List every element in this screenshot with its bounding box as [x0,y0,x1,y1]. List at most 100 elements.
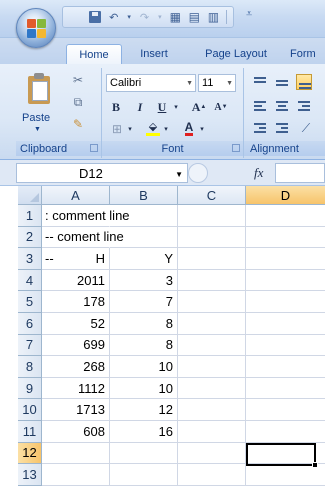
cell-a5[interactable]: 178 [42,291,110,313]
cell-c5[interactable] [178,291,246,313]
borders-dropdown-icon[interactable]: ▾ [126,120,134,138]
paste-dropdown-icon[interactable]: ▼ [34,126,41,133]
name-box[interactable]: D12 ▼ [16,163,188,183]
tab-formulas[interactable]: Form [290,44,325,64]
decrease-indent-icon[interactable] [252,120,268,136]
clipboard-launcher-icon[interactable] [90,144,98,152]
cell-d8[interactable] [246,356,325,378]
select-all-button[interactable] [18,186,42,205]
shrink-font-button[interactable]: A ▼ [212,98,230,116]
cell-a11[interactable]: 608 [42,421,110,443]
cell-b12[interactable] [110,442,178,465]
cell-c13[interactable] [178,464,246,486]
align-middle-icon[interactable] [274,74,290,90]
name-box-dropdown-icon[interactable]: ▼ [175,170,183,179]
cell-d3[interactable] [246,248,325,270]
align-bottom-icon[interactable] [296,74,312,90]
column-header-c[interactable]: C [178,186,246,205]
row-header-8[interactable]: 8 [18,356,42,378]
cell-b4[interactable]: 3 [110,269,178,292]
cell-b2[interactable] [110,226,178,249]
cell-d11[interactable] [246,421,325,443]
tab-page-layout[interactable]: Page Layout [194,44,278,64]
cell-b8[interactable]: 10 [110,356,178,378]
font-name-combo[interactable]: Calibri ▼ [106,74,196,92]
tab-insert[interactable]: Insert [130,44,178,64]
column-header-d[interactable]: D [246,186,325,205]
row-header-7[interactable]: 7 [18,334,42,357]
row-header-1[interactable]: 1 [18,205,42,227]
cut-icon[interactable]: ✂ [70,72,86,88]
cell-a10[interactable]: 1713 [42,399,110,421]
sort-icon[interactable]: ▦ [169,10,182,24]
align-center-icon[interactable] [274,98,290,114]
cell-d6[interactable] [246,313,325,335]
cell-b11[interactable]: 16 [110,421,178,443]
cell-a12[interactable] [42,442,110,465]
font-color-dropdown-icon[interactable]: ▾ [198,120,206,138]
cell-a3[interactable]: -- H [42,248,110,270]
font-launcher-icon[interactable] [232,144,240,152]
font-color-button[interactable]: A [180,120,198,138]
fill-color-dropdown-icon[interactable]: ▾ [162,120,170,138]
cell-c10[interactable] [178,399,246,421]
paste-label[interactable]: Paste [22,112,50,124]
tab-home[interactable]: Home [66,44,122,64]
cell-a8[interactable]: 268 [42,356,110,378]
undo-icon[interactable]: ↶ [107,10,120,24]
save-icon[interactable] [88,10,101,24]
row-header-6[interactable]: 6 [18,313,42,335]
active-cell-selection[interactable] [246,443,318,468]
bold-button[interactable]: B [108,98,124,116]
cell-a6[interactable]: 52 [42,313,110,335]
cell-b3[interactable]: Y [110,248,178,270]
borders-icon[interactable]: ⊞ [108,120,126,138]
format-painter-icon[interactable]: ✎ [70,116,86,132]
column-header-b[interactable]: B [110,186,178,205]
font-name-dropdown-icon[interactable]: ▼ [186,80,193,87]
office-button[interactable] [16,8,56,48]
row-header-3[interactable]: 3 [18,248,42,270]
cell-c4[interactable] [178,269,246,292]
row-header-10[interactable]: 10 [18,399,42,421]
cell-b7[interactable]: 8 [110,334,178,357]
cell-b9[interactable]: 10 [110,377,178,400]
cell-c11[interactable] [178,421,246,443]
cell-c7[interactable] [178,334,246,357]
row-header-4[interactable]: 4 [18,269,42,292]
cell-c8[interactable] [178,356,246,378]
cell-d5[interactable] [246,291,325,313]
increase-indent-icon[interactable] [274,120,290,136]
cell-d7[interactable] [246,335,325,357]
chart-icon[interactable]: ▤ [188,10,201,24]
cell-d1[interactable] [246,205,325,227]
cell-c1[interactable] [178,205,246,227]
align-top-icon[interactable] [252,74,268,90]
row-header-11[interactable]: 11 [18,421,42,443]
cell-c9[interactable] [178,377,246,400]
cell-d10[interactable] [246,399,325,421]
fill-handle[interactable] [312,461,318,468]
cell-c2[interactable] [178,226,246,249]
row-header-12[interactable]: 12 [18,442,42,465]
formula-input[interactable] [275,163,325,183]
cell-d4[interactable] [246,270,325,292]
font-size-dropdown-icon[interactable]: ▼ [226,80,233,87]
cell-a1[interactable]: : comment line [42,205,130,227]
cell-d2[interactable] [246,227,325,249]
cell-a7[interactable]: 699 [42,334,110,357]
row-header-2[interactable]: 2 [18,226,42,249]
cell-c6[interactable] [178,313,246,335]
row-header-9[interactable]: 9 [18,377,42,400]
cell-b10[interactable]: 12 [110,399,178,421]
italic-button[interactable]: I [132,98,148,116]
cell-b13[interactable] [110,464,178,486]
align-left-icon[interactable] [252,98,268,114]
cell-b1[interactable] [110,205,178,227]
redo-icon[interactable]: ↷ [138,10,151,24]
align-right-icon[interactable] [296,98,312,114]
cell-d9[interactable] [246,378,325,400]
grow-font-button[interactable]: A ▲ [190,98,208,116]
cell-a4[interactable]: 2011 [42,269,110,292]
underline-button[interactable]: U [154,98,170,116]
